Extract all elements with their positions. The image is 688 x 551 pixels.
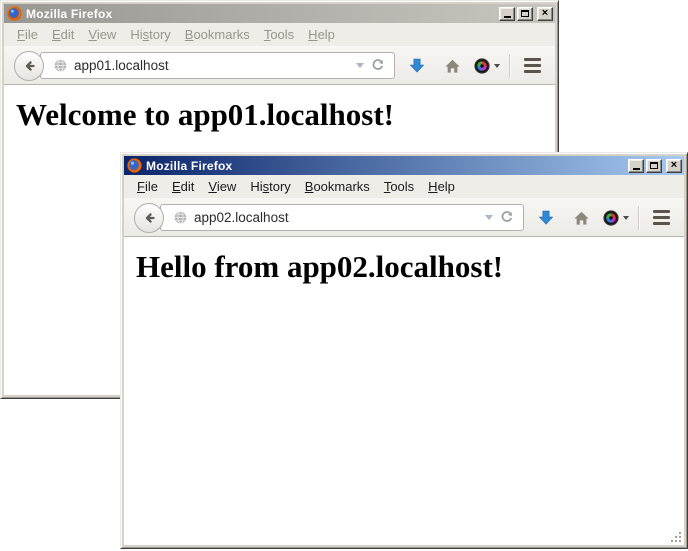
home-button[interactable]	[568, 205, 594, 231]
home-icon	[573, 210, 590, 226]
close-icon: ×	[542, 8, 548, 18]
url-input[interactable]	[194, 210, 479, 225]
reload-icon[interactable]	[499, 210, 514, 225]
minimize-button[interactable]	[499, 7, 515, 21]
window-title: Mozilla Firefox	[146, 159, 626, 173]
firefox-window-app02[interactable]: Mozilla Firefox × File Edit View History…	[120, 152, 688, 549]
navigation-toolbar	[4, 46, 555, 85]
menu-icon	[653, 210, 670, 225]
menu-help[interactable]: Help	[421, 177, 462, 196]
maximize-button[interactable]	[646, 159, 662, 173]
back-button[interactable]	[134, 203, 164, 233]
maximize-button[interactable]	[517, 7, 533, 21]
url-bar[interactable]	[160, 204, 524, 231]
download-button[interactable]	[404, 53, 430, 79]
menu-edit[interactable]: Edit	[45, 25, 81, 44]
menu-bar: File Edit View History Bookmarks Tools H…	[4, 23, 555, 46]
resize-grip[interactable]	[670, 531, 683, 544]
download-icon	[537, 209, 555, 226]
menu-view[interactable]: View	[201, 177, 243, 196]
menu-tools[interactable]: Tools	[257, 25, 301, 44]
navigation-toolbar	[124, 198, 684, 237]
titlebar[interactable]: Mozilla Firefox ×	[4, 4, 555, 23]
download-icon	[408, 57, 426, 74]
minimize-icon	[633, 168, 640, 170]
extension-icon	[474, 58, 490, 74]
menu-bookmarks[interactable]: Bookmarks	[178, 25, 257, 44]
titlebar[interactable]: Mozilla Firefox ×	[124, 156, 684, 175]
maximize-icon	[650, 162, 658, 169]
extension-button[interactable]	[474, 53, 500, 79]
maximize-icon	[521, 10, 529, 17]
menu-file[interactable]: File	[10, 25, 45, 44]
home-icon	[444, 58, 461, 74]
urlbar-dropdown-icon[interactable]	[485, 215, 493, 220]
menu-history[interactable]: History	[243, 177, 297, 196]
menu-bookmarks[interactable]: Bookmarks	[298, 177, 377, 196]
menu-file[interactable]: File	[130, 177, 165, 196]
firefox-logo-icon	[127, 158, 142, 173]
extension-button[interactable]	[603, 205, 629, 231]
menu-view[interactable]: View	[81, 25, 123, 44]
url-input[interactable]	[74, 58, 350, 73]
window-title: Mozilla Firefox	[26, 7, 497, 21]
minimize-button[interactable]	[628, 159, 644, 173]
chevron-down-icon	[623, 216, 629, 220]
back-icon	[21, 58, 37, 74]
firefox-logo-icon	[7, 6, 22, 21]
menu-button[interactable]	[519, 53, 545, 79]
menu-history[interactable]: History	[123, 25, 177, 44]
toolbar-separator	[638, 206, 639, 230]
menu-bar: File Edit View History Bookmarks Tools H…	[124, 175, 684, 198]
minimize-icon	[504, 16, 511, 18]
close-button[interactable]: ×	[537, 7, 553, 21]
download-button[interactable]	[533, 205, 559, 231]
reload-icon[interactable]	[370, 58, 385, 73]
urlbar-dropdown-icon[interactable]	[356, 63, 364, 68]
extension-icon	[603, 210, 619, 226]
site-globe-icon[interactable]	[53, 58, 68, 73]
page-content: Hello from app02.localhost!	[124, 237, 684, 545]
site-globe-icon[interactable]	[173, 210, 188, 225]
back-button[interactable]	[14, 51, 44, 81]
url-bar[interactable]	[40, 52, 395, 79]
menu-help[interactable]: Help	[301, 25, 342, 44]
menu-icon	[524, 58, 541, 73]
close-icon: ×	[671, 160, 677, 170]
home-button[interactable]	[439, 53, 465, 79]
menu-button[interactable]	[648, 205, 674, 231]
page-heading: Hello from app02.localhost!	[136, 249, 684, 285]
chevron-down-icon	[494, 64, 500, 68]
menu-edit[interactable]: Edit	[165, 177, 201, 196]
toolbar-separator	[509, 54, 510, 78]
close-button[interactable]: ×	[666, 159, 682, 173]
back-icon	[141, 210, 157, 226]
page-heading: Welcome to app01.localhost!	[16, 97, 555, 133]
menu-tools[interactable]: Tools	[377, 177, 421, 196]
